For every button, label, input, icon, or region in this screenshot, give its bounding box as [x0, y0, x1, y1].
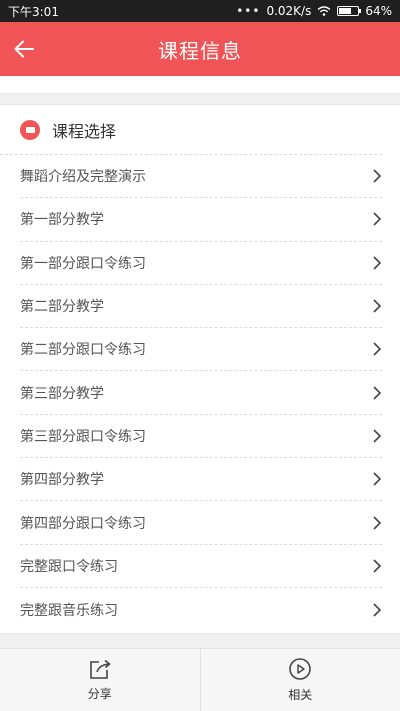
course-item-label: 第二部分跟口令练习	[20, 342, 146, 359]
course-item-label: 完整跟音乐练习	[20, 602, 118, 619]
chevron-right-icon	[373, 386, 382, 400]
related-label: 相关	[288, 688, 313, 702]
course-list: 舞蹈介绍及完整演示 第一部分教学 第一部分跟口令练习 第二部分教学 第二部分跟口…	[20, 155, 382, 631]
arrow-left-icon	[14, 40, 34, 58]
chevron-right-icon	[373, 342, 382, 356]
bottom-action-bar: 分享 相关	[0, 648, 400, 711]
wifi-icon	[317, 6, 331, 16]
back-button[interactable]	[10, 35, 38, 63]
share-icon	[89, 659, 111, 679]
network-speed: 0.02K/s	[266, 4, 312, 18]
chevron-right-icon	[373, 169, 382, 183]
chevron-right-icon	[373, 559, 382, 573]
course-item[interactable]: 舞蹈介绍及完整演示	[20, 155, 382, 199]
course-item[interactable]: 第三部分教学	[20, 371, 382, 415]
course-item-label: 第一部分教学	[20, 212, 104, 229]
related-button[interactable]: 相关	[199, 649, 400, 711]
page-title: 课程信息	[158, 38, 242, 63]
play-circle-icon	[289, 658, 312, 680]
section-title: 课程选择	[52, 121, 117, 141]
course-item-label: 第一部分跟口令练习	[20, 255, 146, 272]
chevron-right-icon	[373, 256, 382, 270]
course-item[interactable]: 完整跟口令练习	[20, 545, 382, 588]
course-item-label: 舞蹈介绍及完整演示	[20, 169, 146, 186]
status-indicators: ••• 0.02K/s 64%	[236, 4, 392, 18]
course-item-label: 第三部分跟口令练习	[20, 428, 146, 445]
course-item[interactable]: 完整跟音乐练习	[20, 588, 382, 631]
status-time: 下午3:01	[8, 4, 59, 19]
course-item[interactable]: 第一部分跟口令练习	[20, 242, 382, 285]
share-label: 分享	[87, 687, 112, 701]
course-item-label: 第三部分教学	[20, 385, 104, 402]
chevron-right-icon	[373, 429, 382, 443]
chevron-right-icon	[373, 212, 382, 227]
course-selection-card: 课程选择 舞蹈介绍及完整演示 第一部分教学 第一部分跟口令练习 第二部分教学 第…	[0, 104, 400, 634]
video-icon	[20, 119, 40, 140]
course-item[interactable]: 第四部分教学	[20, 458, 382, 502]
course-item[interactable]: 第二部分跟口令练习	[20, 328, 382, 372]
signal-dots-icon: •••	[236, 4, 261, 18]
course-item-label: 第二部分教学	[20, 299, 104, 316]
course-item-label: 第四部分跟口令练习	[20, 515, 146, 532]
chevron-right-icon	[373, 472, 382, 486]
course-item[interactable]: 第一部分教学	[20, 198, 382, 242]
share-button[interactable]: 分享	[0, 649, 200, 711]
chevron-right-icon	[373, 515, 382, 530]
chevron-right-icon	[373, 603, 382, 617]
section-header: 课程选择	[0, 105, 382, 155]
course-item[interactable]: 第四部分跟口令练习	[20, 501, 382, 545]
app-bar: 课程信息	[0, 22, 400, 76]
course-item[interactable]: 第三部分跟口令练习	[20, 415, 382, 459]
course-item-label: 第四部分教学	[20, 472, 104, 489]
course-item[interactable]: 第二部分教学	[20, 285, 382, 329]
battery-level: 64%	[365, 4, 392, 18]
status-bar: 下午3:01 ••• 0.02K/s 64%	[0, 0, 400, 22]
chevron-right-icon	[373, 299, 382, 313]
top-spacer-panel	[0, 76, 400, 94]
course-item-label: 完整跟口令练习	[20, 558, 118, 575]
battery-icon	[337, 6, 362, 16]
